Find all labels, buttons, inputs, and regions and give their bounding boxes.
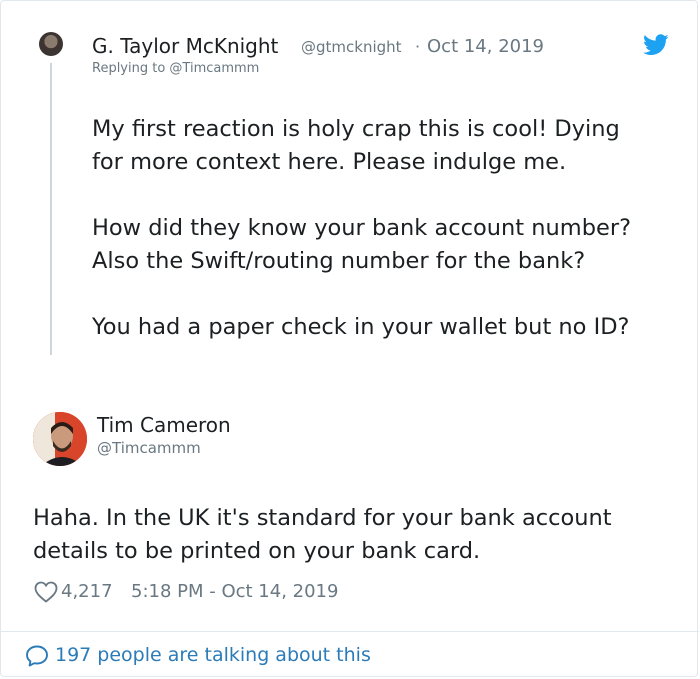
reply-paragraph-2: How did they know your bank account numb… (92, 212, 682, 278)
main-text-line: Haha. In the UK it's standard for your b… (33, 505, 612, 531)
speech-bubble-icon[interactable] (25, 644, 49, 668)
footer-divider (1, 631, 699, 632)
reply-paragraph-1: My first reaction is holy crap this is c… (92, 113, 682, 179)
reply-paragraph-3: You had a paper check in your wallet but… (92, 311, 682, 344)
conversation-link[interactable]: 197 people are talking about this (55, 644, 371, 666)
main-author-name[interactable]: Tim Cameron (97, 413, 231, 437)
heart-icon[interactable] (34, 581, 58, 603)
reply-author-name[interactable]: G. Taylor McKnight (92, 34, 278, 58)
reply-date-link[interactable]: Oct 14, 2019 (427, 36, 544, 57)
reply-line: You had a paper check in your wallet but… (92, 314, 630, 340)
separator-dot: · (415, 37, 421, 56)
like-count[interactable]: 4,217 (61, 581, 113, 602)
main-tweet-text: Haha. In the UK it's standard for your b… (33, 502, 673, 568)
avatar-portrait-icon (33, 412, 87, 466)
main-author-avatar[interactable] (33, 412, 87, 466)
reply-author-handle[interactable]: @gtmcknight (301, 38, 402, 56)
reply-line: for more context here. Please indulge me… (92, 149, 567, 175)
reply-author-avatar[interactable] (39, 32, 63, 56)
reply-line: Also the Swift/routing number for the ba… (92, 248, 586, 274)
reply-line: My first reaction is holy crap this is c… (92, 116, 620, 142)
twitter-bird-icon[interactable] (643, 34, 669, 56)
replying-to-label[interactable]: Replying to @Timcammm (92, 61, 259, 76)
thread-connector-line (50, 63, 52, 355)
tweet-embed-card: G. Taylor McKnight @gtmcknight · Oct 14,… (0, 0, 699, 677)
main-text-line: details to be printed on your bank card. (33, 538, 481, 564)
reply-tweet-text: My first reaction is holy crap this is c… (92, 113, 682, 377)
main-author-handle[interactable]: @Timcammm (97, 439, 201, 457)
reply-line: How did they know your bank account numb… (92, 215, 632, 241)
tweet-timestamp-link[interactable]: 5:18 PM - Oct 14, 2019 (131, 581, 338, 602)
